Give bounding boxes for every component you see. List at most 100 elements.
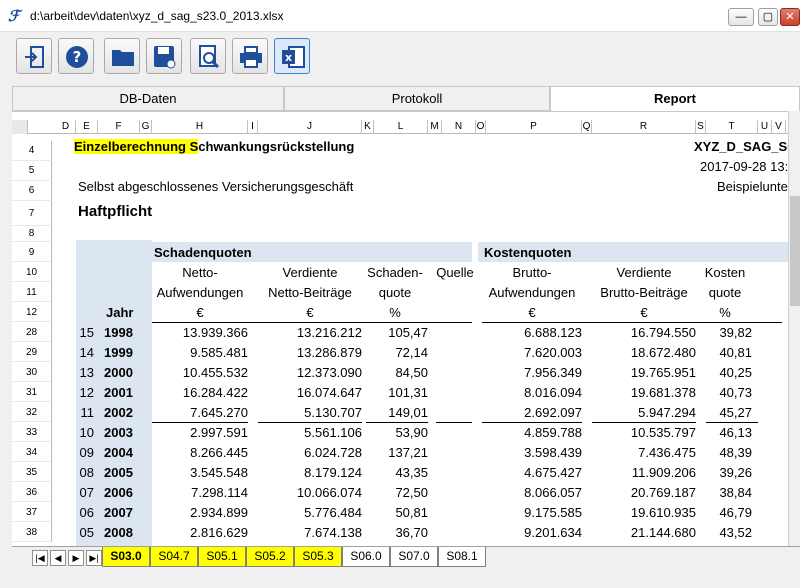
cell-schadenquote[interactable]: 43,35 <box>362 463 428 483</box>
cell-brutto-beitraege[interactable]: 20.769.187 <box>592 483 696 503</box>
cell-netto-aufwendungen[interactable]: 10.455.532 <box>152 363 248 383</box>
cell-schadenquote[interactable]: 105,47 <box>362 323 428 343</box>
row-header[interactable]: 4 <box>12 141 52 161</box>
cell-brutto-aufwendungen[interactable]: 2.692.097 <box>482 403 582 423</box>
tab-protokoll[interactable]: Protokoll <box>284 86 550 111</box>
help-button[interactable]: ? <box>58 38 94 74</box>
col-header[interactable]: V <box>772 120 786 134</box>
cell-netto-beitraege[interactable]: 5.130.707 <box>258 403 362 423</box>
col-header[interactable]: R <box>592 120 696 134</box>
col-header[interactable]: N <box>442 120 476 134</box>
cell-brutto-beitraege[interactable]: 19.610.935 <box>592 503 696 523</box>
cell-year[interactable]: 2003 <box>104 423 144 443</box>
cell-netto-beitraege[interactable]: 13.286.879 <box>258 343 362 363</box>
next-sheet-button[interactable]: ▶ <box>68 550 84 566</box>
cell-kostenquote[interactable]: 39,82 <box>698 323 752 343</box>
col-header[interactable]: H <box>152 120 248 134</box>
sheet-tab-s05-2[interactable]: S05.2 <box>246 547 294 567</box>
row-header[interactable]: 5 <box>12 161 52 181</box>
cell-brutto-beitraege[interactable]: 7.436.475 <box>592 443 696 463</box>
cell-brutto-aufwendungen[interactable]: 7.956.349 <box>482 363 582 383</box>
save-button[interactable] <box>146 38 182 74</box>
col-header[interactable]: I <box>248 120 258 134</box>
sheet-tab-s03-0[interactable]: S03.0 <box>102 547 150 567</box>
cell-year[interactable]: 1998 <box>104 323 144 343</box>
cell-netto-aufwendungen[interactable]: 7.298.114 <box>152 483 248 503</box>
cell-year[interactable]: 2002 <box>104 403 144 423</box>
open-folder-button[interactable] <box>104 38 140 74</box>
col-header[interactable]: M <box>428 120 442 134</box>
cell-brutto-beitraege[interactable]: 21.144.680 <box>592 523 696 543</box>
cell-index[interactable]: 15 <box>74 323 94 343</box>
row-header[interactable]: 33 <box>12 422 52 442</box>
row-header[interactable]: 6 <box>12 181 52 201</box>
horizontal-scrollbar[interactable] <box>12 568 800 588</box>
cell-kostenquote[interactable]: 40,25 <box>698 363 752 383</box>
cell-index[interactable]: 13 <box>74 363 94 383</box>
cell-index[interactable]: 06 <box>74 503 94 523</box>
cell-netto-beitraege[interactable]: 13.216.212 <box>258 323 362 343</box>
row-header[interactable]: 8 <box>12 226 52 242</box>
col-header[interactable]: F <box>98 120 140 134</box>
cell-year[interactable]: 2006 <box>104 483 144 503</box>
col-header[interactable]: U <box>758 120 772 134</box>
col-header[interactable]: J <box>258 120 362 134</box>
col-header[interactable]: S <box>696 120 706 134</box>
maximize-button[interactable]: ▢ <box>758 8 778 26</box>
row-header[interactable]: 9 <box>12 242 52 262</box>
cell-brutto-beitraege[interactable]: 11.909.206 <box>592 463 696 483</box>
cell-kostenquote[interactable]: 38,84 <box>698 483 752 503</box>
cell-index[interactable]: 14 <box>74 343 94 363</box>
cell-netto-aufwendungen[interactable]: 9.585.481 <box>152 343 248 363</box>
cell-brutto-beitraege[interactable]: 19.765.951 <box>592 363 696 383</box>
cell-schadenquote[interactable]: 84,50 <box>362 363 428 383</box>
cell-year[interactable]: 1999 <box>104 343 144 363</box>
cell-kostenquote[interactable]: 45,27 <box>698 403 752 423</box>
sheet-tab-s04-7[interactable]: S04.7 <box>150 547 198 567</box>
sheet-tab-s05-3[interactable]: S05.3 <box>294 547 342 567</box>
cell-netto-beitraege[interactable]: 7.674.138 <box>258 523 362 543</box>
cell-kostenquote[interactable]: 48,39 <box>698 443 752 463</box>
cell-index[interactable]: 08 <box>74 463 94 483</box>
cell-index[interactable]: 12 <box>74 383 94 403</box>
sheet-tab-s07-0[interactable]: S07.0 <box>390 547 438 567</box>
preview-button[interactable] <box>190 38 226 74</box>
cell-kostenquote[interactable]: 39,26 <box>698 463 752 483</box>
cell-netto-aufwendungen[interactable]: 13.939.366 <box>152 323 248 343</box>
cell-netto-beitraege[interactable]: 6.024.728 <box>258 443 362 463</box>
row-header[interactable]: 28 <box>12 322 52 342</box>
exit-button[interactable] <box>16 38 52 74</box>
cell-brutto-aufwendungen[interactable]: 8.066.057 <box>482 483 582 503</box>
cell-brutto-aufwendungen[interactable]: 6.688.123 <box>482 323 582 343</box>
row-header[interactable]: 10 <box>12 262 52 282</box>
last-sheet-button[interactable]: ▶| <box>86 550 102 566</box>
col-header[interactable]: K <box>362 120 374 134</box>
col-header[interactable]: D <box>56 120 76 134</box>
cell-netto-beitraege[interactable]: 10.066.074 <box>258 483 362 503</box>
sheet-tab-s05-1[interactable]: S05.1 <box>198 547 246 567</box>
cell-netto-beitraege[interactable]: 16.074.647 <box>258 383 362 403</box>
spreadsheet-grid[interactable]: D E F G H I J K L M N O P Q R S T U V 4 … <box>12 111 800 546</box>
cell-brutto-beitraege[interactable]: 19.681.378 <box>592 383 696 403</box>
col-header[interactable]: L <box>374 120 428 134</box>
cell-kostenquote[interactable]: 40,81 <box>698 343 752 363</box>
cell-index[interactable]: 07 <box>74 483 94 503</box>
cell-netto-aufwendungen[interactable]: 2.816.629 <box>152 523 248 543</box>
scrollbar-thumb[interactable] <box>790 196 800 306</box>
close-button[interactable]: ✕ <box>780 8 800 26</box>
cell-brutto-aufwendungen[interactable]: 7.620.003 <box>482 343 582 363</box>
row-header[interactable]: 31 <box>12 382 52 402</box>
cell-brutto-beitraege[interactable]: 5.947.294 <box>592 403 696 423</box>
tab-db-daten[interactable]: DB-Daten <box>12 86 284 111</box>
first-sheet-button[interactable]: |◀ <box>32 550 48 566</box>
cell-year[interactable]: 2008 <box>104 523 144 543</box>
cell-schadenquote[interactable]: 72,14 <box>362 343 428 363</box>
row-header[interactable]: 36 <box>12 482 52 502</box>
cell-netto-beitraege[interactable]: 8.179.124 <box>258 463 362 483</box>
cell-brutto-beitraege[interactable]: 18.672.480 <box>592 343 696 363</box>
col-header[interactable]: G <box>140 120 152 134</box>
cell-schadenquote[interactable]: 137,21 <box>362 443 428 463</box>
cell-schadenquote[interactable]: 72,50 <box>362 483 428 503</box>
cell-index[interactable]: 09 <box>74 443 94 463</box>
prev-sheet-button[interactable]: ◀ <box>50 550 66 566</box>
